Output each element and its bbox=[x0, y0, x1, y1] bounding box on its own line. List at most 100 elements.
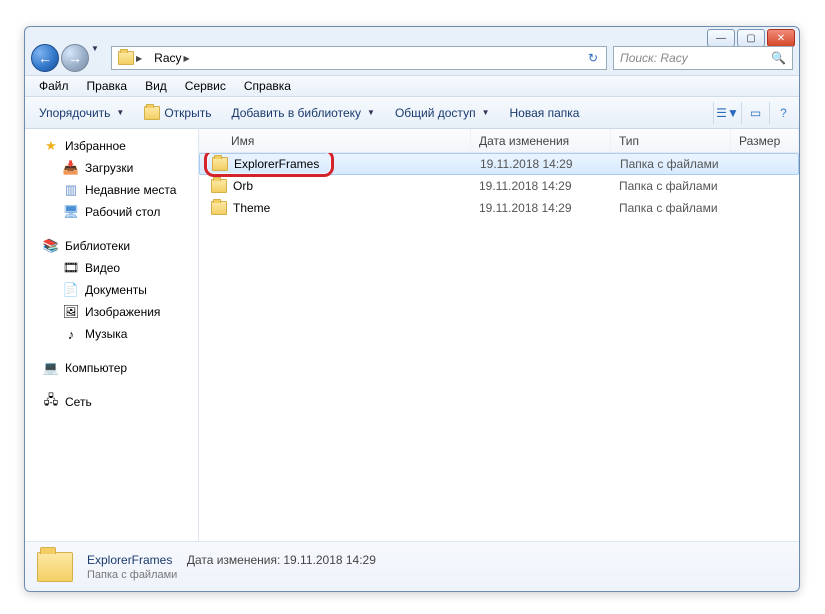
table-row[interactable]: Orb 19.11.2018 14:29 Папка с файлами bbox=[199, 175, 799, 197]
address-segment[interactable]: Racy ▶ bbox=[150, 48, 194, 68]
music-icon: ♪ bbox=[63, 326, 79, 342]
preview-pane-button[interactable]: ▭ bbox=[741, 102, 765, 124]
row-date: 19.11.2018 14:29 bbox=[472, 157, 612, 171]
organize-label: Упорядочить bbox=[39, 106, 110, 120]
menu-tools[interactable]: Сервис bbox=[177, 77, 234, 95]
table-row[interactable]: ExplorerFrames 19.11.2018 14:29 Папка с … bbox=[199, 153, 799, 175]
chevron-down-icon: ▼ bbox=[727, 106, 739, 120]
help-button[interactable]: ? bbox=[769, 102, 793, 124]
nav-desktop[interactable]: 🖥 Рабочий стол bbox=[25, 201, 198, 223]
address-root[interactable]: ▶ bbox=[114, 48, 146, 68]
chevron-down-icon: ▼ bbox=[116, 108, 124, 117]
new-folder-label: Новая папка bbox=[509, 106, 579, 120]
details-name: ExplorerFrames Дата изменения: 19.11.201… bbox=[87, 552, 376, 567]
chevron-right-icon: ▶ bbox=[136, 54, 142, 63]
folder-icon bbox=[118, 51, 134, 65]
computer-icon: 💻 bbox=[43, 360, 59, 376]
forward-button[interactable]: → bbox=[61, 44, 89, 72]
details-date-label: Дата изменения: bbox=[187, 553, 281, 567]
folder-icon bbox=[211, 201, 227, 215]
back-button[interactable]: ← bbox=[31, 44, 59, 72]
col-type[interactable]: Тип bbox=[611, 129, 731, 152]
col-date[interactable]: Дата изменения bbox=[471, 129, 611, 152]
explorer-window: — ▢ ✕ ← → ▼ ▶ Racy ▶ ↻ Поиск: Racy 🔍 bbox=[24, 26, 800, 592]
nav-documents[interactable]: 📄Документы bbox=[25, 279, 198, 301]
column-headers: Имя Дата изменения Тип Размер bbox=[199, 129, 799, 153]
nav-video[interactable]: 🎞 Видео bbox=[25, 257, 198, 279]
row-name: ExplorerFrames bbox=[234, 157, 319, 171]
network-group: 🖧 Сеть bbox=[25, 391, 198, 413]
address-bar[interactable]: ▶ Racy ▶ ↻ bbox=[111, 46, 607, 70]
chevron-right-icon: ▶ bbox=[184, 54, 190, 63]
details-date-value: 19.11.2018 14:29 bbox=[283, 553, 376, 567]
menu-bar: Файл Правка Вид Сервис Справка bbox=[25, 75, 799, 97]
nav-network[interactable]: 🖧 Сеть bbox=[25, 391, 198, 413]
libraries-header[interactable]: 📚 Библиотеки bbox=[25, 235, 198, 257]
documents-icon: 📄 bbox=[63, 282, 79, 298]
table-row[interactable]: Theme 19.11.2018 14:29 Папка с файлами bbox=[199, 197, 799, 219]
row-name: Theme bbox=[233, 201, 270, 215]
share-button[interactable]: Общий доступ ▼ bbox=[387, 103, 498, 123]
add-library-label: Добавить в библиотеку bbox=[231, 106, 361, 120]
nav-network-label: Сеть bbox=[65, 395, 92, 409]
content-pane: Имя Дата изменения Тип Размер ExplorerFr… bbox=[199, 129, 799, 541]
search-icon: 🔍 bbox=[771, 51, 786, 65]
organize-button[interactable]: Упорядочить ▼ bbox=[31, 103, 132, 123]
nav-pane: ★ Избранное 📥 Загрузки ▥ Недавние места 🖥 Р… bbox=[25, 129, 199, 541]
chevron-down-icon: ▼ bbox=[367, 108, 375, 117]
row-type: Папка с файлами bbox=[612, 157, 732, 171]
share-label: Общий доступ bbox=[395, 106, 476, 120]
row-date: 19.11.2018 14:29 bbox=[471, 201, 611, 215]
libraries-group: 📚 Библиотеки 🎞 Видео 📄Документы 🖼 Изображе… bbox=[25, 235, 198, 345]
menu-edit[interactable]: Правка bbox=[79, 77, 136, 95]
nav-desktop-label: Рабочий стол bbox=[85, 205, 160, 219]
nav-recent-label: Недавние места bbox=[85, 183, 176, 197]
computer-group: 💻 Компьютер bbox=[25, 357, 198, 379]
nav-downloads[interactable]: 📥 Загрузки bbox=[25, 157, 198, 179]
nav-music[interactable]: ♪Музыка bbox=[25, 323, 198, 345]
nav-pictures[interactable]: 🖼 Изображения bbox=[25, 301, 198, 323]
row-type: Папка с файлами bbox=[611, 201, 731, 215]
details-name-text: ExplorerFrames bbox=[87, 553, 172, 567]
nav-pictures-label: Изображения bbox=[85, 305, 160, 319]
view-options-button[interactable]: ☰▼ bbox=[713, 102, 737, 124]
row-date: 19.11.2018 14:29 bbox=[471, 179, 611, 193]
nav-history-dropdown[interactable]: ▼ bbox=[91, 44, 105, 72]
folder-icon bbox=[211, 179, 227, 193]
nav-video-label: Видео bbox=[85, 261, 120, 275]
menu-view[interactable]: Вид bbox=[137, 77, 175, 95]
add-to-library-button[interactable]: Добавить в библиотеку ▼ bbox=[223, 103, 382, 123]
open-button[interactable]: Открыть bbox=[136, 103, 219, 123]
details-type: Папка с файлами bbox=[87, 569, 376, 581]
menu-help[interactable]: Справка bbox=[236, 77, 299, 95]
nav-computer-label: Компьютер bbox=[65, 361, 127, 375]
refresh-button[interactable]: ↻ bbox=[582, 47, 604, 69]
video-icon: 🎞 bbox=[63, 260, 79, 276]
recent-icon: ▥ bbox=[63, 182, 79, 198]
body: ★ Избранное 📥 Загрузки ▥ Недавние места 🖥 Р… bbox=[25, 129, 799, 541]
titlebar: — ▢ ✕ bbox=[25, 27, 799, 41]
nav-downloads-label: Загрузки bbox=[85, 161, 133, 175]
search-input[interactable]: Поиск: Racy 🔍 bbox=[613, 46, 793, 70]
folder-open-icon bbox=[144, 106, 160, 120]
favorites-label: Избранное bbox=[65, 139, 126, 153]
menu-file[interactable]: Файл bbox=[31, 77, 77, 95]
new-folder-button[interactable]: Новая папка bbox=[501, 103, 587, 123]
downloads-icon: 📥 bbox=[63, 160, 79, 176]
network-icon: 🖧 bbox=[43, 394, 59, 410]
nav-row: ← → ▼ ▶ Racy ▶ ↻ Поиск: Racy 🔍 bbox=[25, 41, 799, 75]
library-icon: 📚 bbox=[43, 238, 59, 254]
details-info: ExplorerFrames Дата изменения: 19.11.201… bbox=[87, 552, 376, 581]
details-pane: ExplorerFrames Дата изменения: 19.11.201… bbox=[25, 541, 799, 591]
nav-computer[interactable]: 💻 Компьютер bbox=[25, 357, 198, 379]
desktop-icon: 🖥 bbox=[63, 204, 79, 220]
nav-recent[interactable]: ▥ Недавние места bbox=[25, 179, 198, 201]
file-list[interactable]: ExplorerFrames 19.11.2018 14:29 Папка с … bbox=[199, 153, 799, 541]
col-name[interactable]: Имя bbox=[199, 129, 471, 152]
row-type: Папка с файлами bbox=[611, 179, 731, 193]
toolbar: Упорядочить ▼ Открыть Добавить в библиот… bbox=[25, 97, 799, 129]
col-size[interactable]: Размер bbox=[731, 129, 799, 152]
favorites-header[interactable]: ★ Избранное bbox=[25, 135, 198, 157]
pictures-icon: 🖼 bbox=[63, 304, 79, 320]
favorites-group: ★ Избранное 📥 Загрузки ▥ Недавние места 🖥 Р… bbox=[25, 135, 198, 223]
